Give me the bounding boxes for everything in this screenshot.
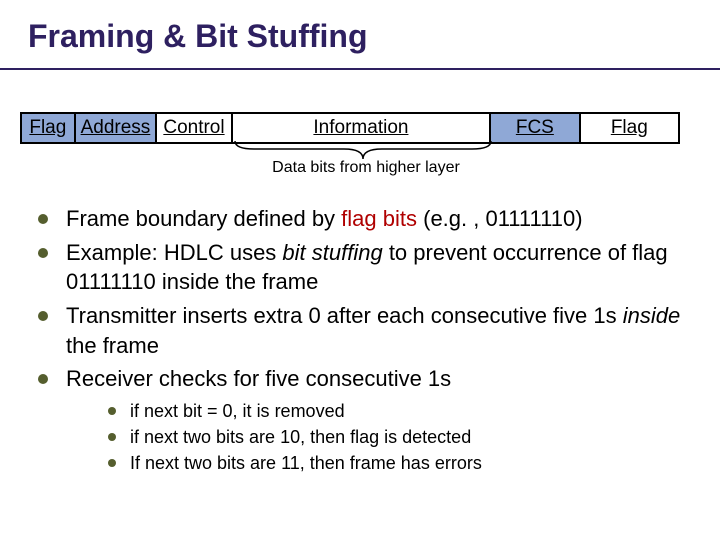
bullet-3: Transmitter inserts extra 0 after each c… (38, 301, 690, 360)
field-control: Control (157, 114, 233, 142)
b3-post: the frame (66, 333, 159, 358)
bullet-4: Receiver checks for five consecutive 1s (38, 364, 690, 394)
s3-text: If next two bits are 11, then frame has … (130, 450, 690, 476)
b3-inside: inside (623, 303, 680, 328)
sub-bullet-list: if next bit = 0, it is removed if next t… (108, 398, 690, 476)
s2-text: if next two bits are 10, then flag is de… (130, 424, 690, 450)
sub-bullet-1: if next bit = 0, it is removed (108, 398, 690, 424)
s1-text: if next bit = 0, it is removed (130, 398, 690, 424)
bullet-icon (108, 407, 116, 415)
title-underline (0, 68, 720, 70)
slide-title: Framing & Bit Stuffing (0, 0, 720, 59)
bullet-2: Example: HDLC uses bit stuffing to preve… (38, 238, 690, 297)
b3-pre: Transmitter inserts extra 0 after each c… (66, 303, 623, 328)
bullet-icon (38, 311, 48, 321)
frame-row: Flag Address Control Information FCS Fla… (20, 112, 680, 144)
b1-flagbits: flag bits (341, 206, 417, 231)
field-flag-right: Flag (581, 114, 678, 142)
bullet-icon (38, 374, 48, 384)
b2-bitstuffing: bit stuffing (282, 240, 382, 265)
b1-pre: Frame boundary defined by (66, 206, 341, 231)
b1-post: (e.g. , 01111110) (417, 206, 583, 231)
field-address: Address (76, 114, 158, 142)
bullet-1: Frame boundary defined by flag bits (e.g… (38, 204, 690, 234)
bullet-icon (38, 248, 48, 258)
frame-diagram: Flag Address Control Information FCS Fla… (20, 112, 680, 144)
brace-icon (234, 141, 492, 161)
b4-text: Receiver checks for five consecutive 1s (66, 364, 690, 394)
sub-bullet-3: If next two bits are 11, then frame has … (108, 450, 690, 476)
brace-label: Data bits from higher layer (236, 159, 496, 177)
bullet-icon (108, 459, 116, 467)
bullet-icon (38, 214, 48, 224)
sub-bullet-2: if next two bits are 10, then flag is de… (108, 424, 690, 450)
bullet-list: Frame boundary defined by flag bits (e.g… (38, 204, 690, 476)
field-flag-left: Flag (22, 114, 76, 142)
field-information: Information (233, 114, 491, 142)
b2-pre: Example: HDLC uses (66, 240, 282, 265)
field-fcs: FCS (491, 114, 580, 142)
bullet-icon (108, 433, 116, 441)
